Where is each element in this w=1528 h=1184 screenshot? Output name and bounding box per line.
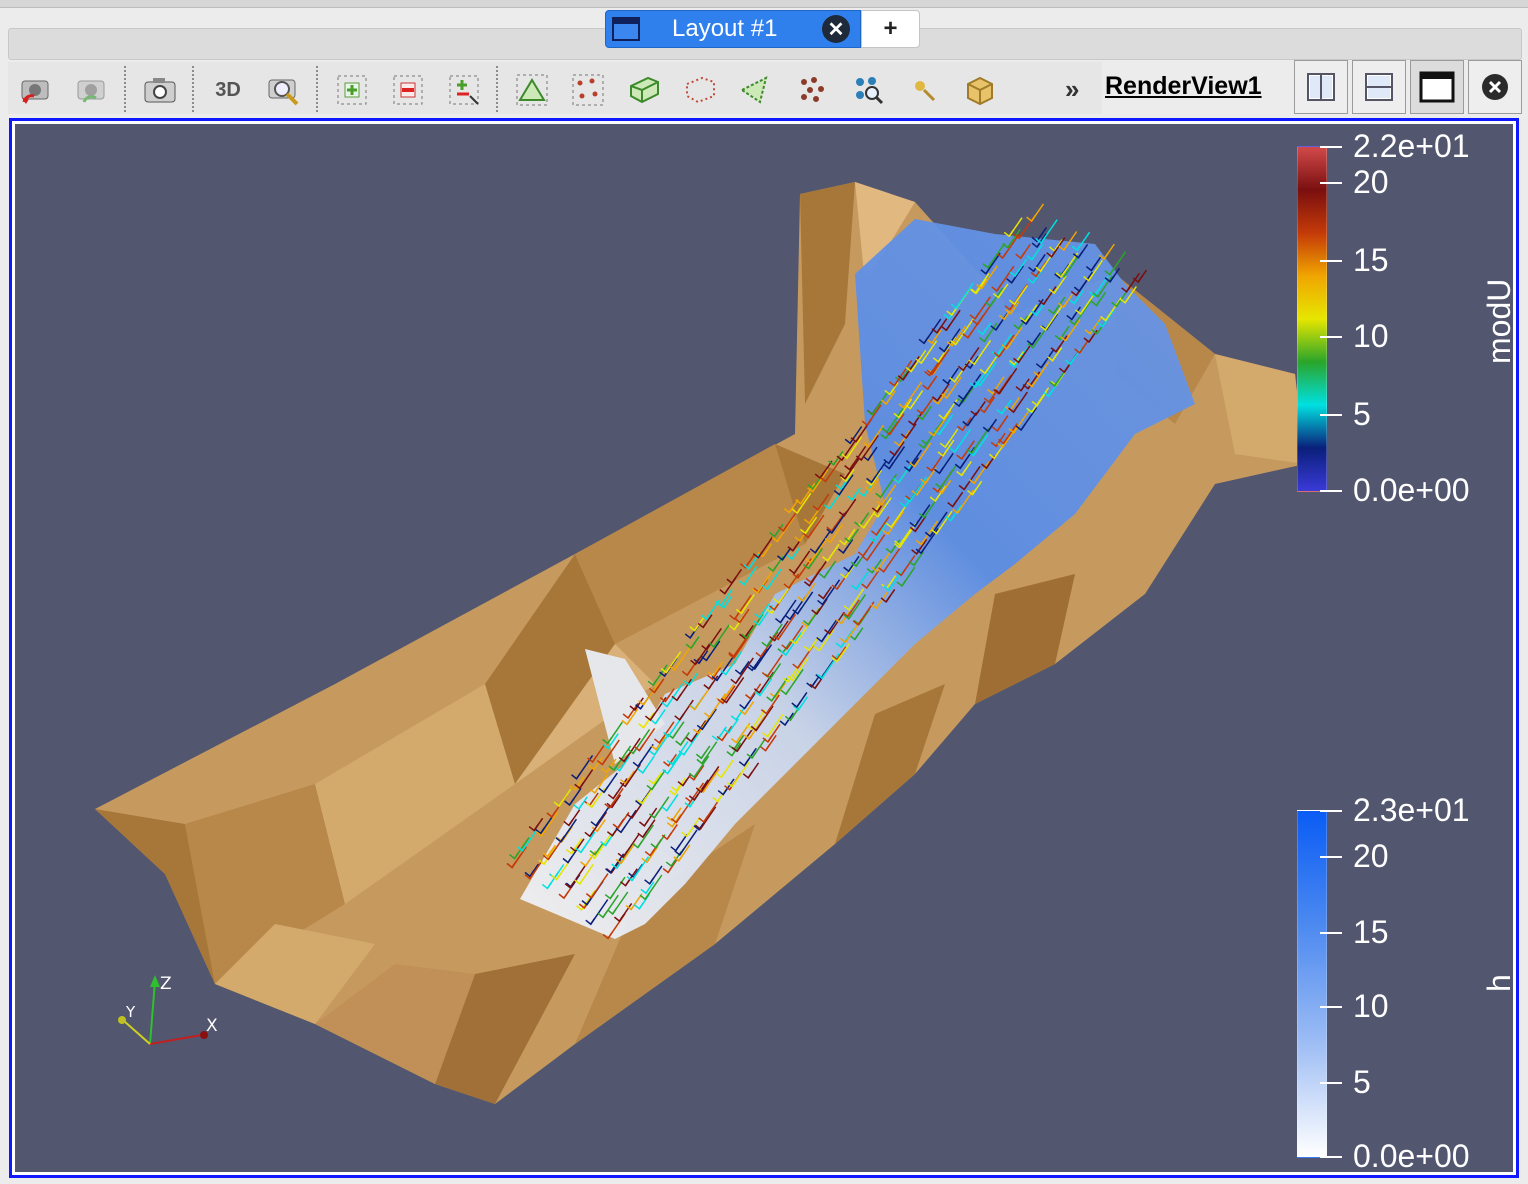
- modu-tick: [1320, 336, 1342, 338]
- h-max-label: 2.3e+01: [1353, 792, 1470, 828]
- zoom-to-box-icon[interactable]: [264, 70, 304, 110]
- h-tick: [1320, 1006, 1342, 1008]
- modu-max-label: 2.2e+01: [1353, 128, 1470, 164]
- modu-tick: [1320, 182, 1342, 184]
- y-axis-label: Y: [125, 1003, 136, 1021]
- modu-tick-label: 20: [1353, 164, 1389, 200]
- close-view-icon[interactable]: [1468, 60, 1522, 114]
- split-vertical-icon[interactable]: [1352, 60, 1406, 114]
- terrain-scene: [95, 182, 1305, 1104]
- modu-colorbar: [1297, 146, 1327, 492]
- z-axis-label: Z: [160, 974, 172, 994]
- h-tick-min: [1320, 1156, 1342, 1158]
- reset-camera-icon[interactable]: [16, 70, 56, 110]
- h-tick: [1320, 856, 1342, 858]
- modu-tick-label: 10: [1353, 318, 1389, 354]
- render-view-toolbar: 3D: [8, 62, 1102, 114]
- toggle-3d-button[interactable]: 3D: [208, 70, 248, 110]
- render-view-name: RenderView1: [1105, 72, 1262, 100]
- x-axis: [149, 1034, 203, 1045]
- h-tick-label: 10: [1353, 988, 1389, 1024]
- h-tick: [1320, 932, 1342, 934]
- y-axis: [123, 1020, 151, 1045]
- select-cells-on-icon[interactable]: [512, 70, 552, 110]
- toolbar-separator: [192, 66, 194, 112]
- modu-tick-label: 5: [1353, 396, 1371, 432]
- toolbar-separator: [496, 66, 498, 112]
- block-select-icon[interactable]: [960, 70, 1000, 110]
- camera-screenshot-icon[interactable]: [140, 70, 180, 110]
- h-tick-label: 5: [1353, 1064, 1371, 1100]
- h-tick-label: 20: [1353, 838, 1389, 874]
- interactive-select-toggle-icon[interactable]: [444, 70, 484, 110]
- h-colorbar: [1297, 810, 1327, 1158]
- render-viewport[interactable]: 2.2e+01 20 15 10 5 0.0e+00 modU 2.3e+01 …: [15, 124, 1513, 1172]
- select-points-on-icon[interactable]: [568, 70, 608, 110]
- velocity-glyph-head: [1026, 214, 1037, 223]
- modu-tick: [1320, 260, 1342, 262]
- toolbar-separator: [316, 66, 318, 112]
- z-axis: [149, 980, 156, 1045]
- interactive-select-add-icon[interactable]: [332, 70, 372, 110]
- render-view-frame: 2.2e+01 20 15 10 5 0.0e+00 modU 2.3e+01 …: [9, 118, 1519, 1178]
- reset-camera-closest-icon[interactable]: [72, 70, 112, 110]
- layout-tab-label: Layout #1: [672, 15, 778, 42]
- layout-tab[interactable]: Layout #1 ✕: [605, 10, 861, 48]
- orientation-axes: Z X Y: [118, 974, 218, 1045]
- h-tick-label: 15: [1353, 914, 1389, 950]
- interactive-select-remove-icon[interactable]: [388, 70, 428, 110]
- x-axis-label: X: [206, 1016, 218, 1036]
- modu-tick: [1320, 414, 1342, 416]
- top-border: [0, 0, 1528, 8]
- modu-tick-max: [1320, 146, 1342, 148]
- split-horizontal-icon[interactable]: [1294, 60, 1348, 114]
- z-axis-arrow-icon: [150, 975, 160, 987]
- select-cells-frustum-icon[interactable]: [624, 70, 664, 110]
- modu-tick-min: [1320, 490, 1342, 492]
- modu-colorbar-title: modU: [1481, 278, 1513, 364]
- close-tab-icon[interactable]: ✕: [822, 15, 850, 43]
- select-points-frustum-icon[interactable]: [680, 70, 720, 110]
- y-axis-tip-icon: [118, 1016, 126, 1024]
- h-tick: [1320, 1082, 1342, 1084]
- select-points-polygon-icon[interactable]: [792, 70, 832, 110]
- toolbar-separator: [124, 66, 126, 112]
- window-icon: [612, 17, 640, 41]
- select-cells-polygon-icon[interactable]: [736, 70, 776, 110]
- hover-points-icon[interactable]: [904, 70, 944, 110]
- toolbar-overflow-button[interactable]: »: [1065, 74, 1079, 105]
- h-tick-max: [1320, 810, 1342, 812]
- h-min-label: 0.0e+00: [1353, 1138, 1470, 1172]
- modu-min-label: 0.0e+00: [1353, 472, 1470, 508]
- modu-tick-label: 15: [1353, 242, 1389, 278]
- toggle-3d-label: 3D: [215, 78, 241, 101]
- maximize-icon[interactable]: [1410, 60, 1464, 114]
- interactive-select-points-icon[interactable]: [848, 70, 888, 110]
- add-layout-button[interactable]: +: [861, 10, 920, 48]
- h-colorbar-title: h: [1481, 974, 1513, 992]
